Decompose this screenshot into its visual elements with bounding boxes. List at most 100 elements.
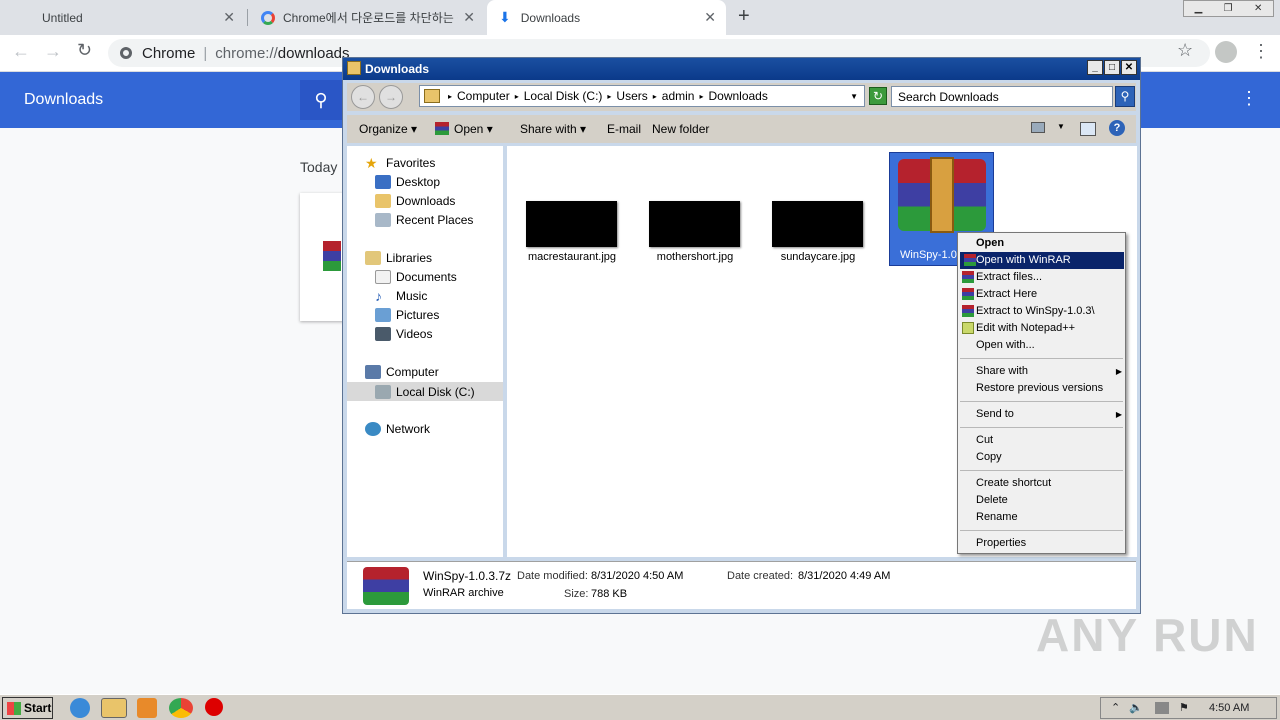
close-icon[interactable]: ✕	[463, 9, 475, 26]
tab-downloads[interactable]: ⬇ Downloads ✕	[487, 0, 726, 35]
menu-open-with[interactable]: Open with...	[976, 337, 1035, 354]
menu-extract-here[interactable]: Extract Here	[962, 286, 1037, 303]
menu-open-with-winrar[interactable]: Open with WinRAR	[960, 252, 1124, 269]
close-button[interactable]: ✕	[1121, 60, 1137, 75]
address-bar[interactable]: ▸ Computer ▸ Local Disk (C:) ▸ Users ▸ a…	[419, 85, 865, 107]
maximize-button[interactable]: □	[1104, 60, 1120, 75]
tab-chrome-help[interactable]: Chrome에서 다운로드를 차단하는 경 ✕	[249, 0, 485, 35]
close-icon[interactable]: ✕	[704, 9, 716, 26]
menu-rename[interactable]: Rename	[976, 509, 1018, 526]
chevron-down-icon[interactable]: ▼	[850, 92, 858, 101]
breadcrumb-computer[interactable]: Computer	[457, 89, 510, 103]
network-tray-icon[interactable]	[1155, 702, 1169, 714]
menu-share-with[interactable]: Share with ▶	[976, 363, 1122, 380]
nav-documents[interactable]: Documents	[375, 270, 457, 284]
back-icon[interactable]: ←	[12, 41, 30, 62]
restore-icon[interactable]: ❐	[1224, 3, 1233, 14]
share-with-button[interactable]: Share with ▾	[520, 122, 586, 136]
nav-libraries[interactable]: Libraries	[365, 251, 432, 265]
chevron-down-icon[interactable]: ▼	[1057, 122, 1065, 131]
explorer-icon[interactable]	[101, 698, 127, 718]
google-icon	[261, 10, 275, 25]
new-folder-button[interactable]: New folder	[652, 122, 709, 136]
forward-icon[interactable]: →	[44, 41, 62, 62]
bookmark-star-icon[interactable]: ☆	[1177, 40, 1193, 61]
close-icon[interactable]: ✕	[223, 9, 235, 26]
menu-restore-versions[interactable]: Restore previous versions	[976, 380, 1103, 397]
minimize-button[interactable]: _	[1087, 60, 1103, 75]
drive-icon	[375, 384, 391, 399]
file-thumbnail[interactable]	[772, 201, 863, 247]
winrar-icon	[962, 288, 974, 300]
omnibox-path: downloads	[277, 44, 350, 62]
file-name[interactable]: macrestaurant.jpg	[512, 251, 632, 263]
menu-create-shortcut[interactable]: Create shortcut	[976, 475, 1051, 492]
profile-avatar[interactable]	[1215, 41, 1237, 63]
breadcrumb-local-disk[interactable]: Local Disk (C:)	[524, 89, 603, 103]
organize-button[interactable]: Organize ▾	[359, 122, 417, 136]
nav-videos[interactable]: Videos	[375, 327, 432, 341]
breadcrumb-admin[interactable]: admin	[662, 89, 695, 103]
breadcrumb-downloads[interactable]: Downloads	[708, 89, 767, 103]
menu-cut[interactable]: Cut	[976, 432, 993, 449]
media-player-icon[interactable]	[137, 698, 157, 718]
nav-computer[interactable]: Computer	[365, 365, 439, 379]
more-icon[interactable]: ⋮	[1240, 88, 1258, 109]
clock[interactable]: 4:50 AM	[1209, 702, 1249, 714]
file-thumbnail[interactable]	[649, 201, 740, 247]
new-tab-button[interactable]: +	[738, 5, 750, 28]
email-button[interactable]: E-mail	[607, 122, 641, 136]
antivirus-icon[interactable]	[205, 698, 223, 716]
file-name[interactable]: sundaycare.jpg	[758, 251, 878, 263]
nav-recent-places[interactable]: Recent Places	[375, 213, 473, 227]
volume-icon[interactable]: 🔈	[1129, 701, 1143, 714]
preview-pane-icon[interactable]	[1080, 122, 1096, 136]
breadcrumb-users[interactable]: Users	[616, 89, 647, 103]
address-row: ← → ▸ Computer ▸ Local Disk (C:) ▸ Users…	[347, 83, 1136, 111]
menu-kebab-icon[interactable]: ⋮	[1252, 41, 1270, 62]
minimize-icon[interactable]: ▁	[1195, 3, 1203, 14]
menu-delete[interactable]: Delete	[976, 492, 1008, 509]
date-created-value: 8/31/2020 4:49 AM	[798, 570, 891, 582]
nav-favorites[interactable]: ★ Favorites	[365, 156, 435, 170]
nav-local-disk[interactable]: Local Disk (C:)	[347, 382, 503, 401]
view-icon[interactable]	[1031, 122, 1045, 133]
chrome-icon[interactable]	[169, 698, 193, 718]
menu-extract-files[interactable]: Extract files...	[962, 269, 1042, 286]
start-button[interactable]: Start	[2, 697, 53, 719]
close-icon[interactable]: ✕	[1254, 3, 1262, 14]
network-icon	[365, 422, 381, 436]
library-icon	[365, 251, 381, 265]
forward-icon[interactable]: →	[379, 85, 403, 109]
file-thumbnail[interactable]	[526, 201, 617, 247]
folder-icon	[347, 61, 361, 75]
winrar-icon	[435, 122, 449, 135]
file-name[interactable]: mothershort.jpg	[635, 251, 755, 263]
videos-icon	[375, 327, 391, 341]
menu-extract-to[interactable]: Extract to WinSpy-1.0.3\	[962, 303, 1095, 320]
chevron-up-icon[interactable]: ⌃	[1111, 701, 1120, 714]
tab-untitled[interactable]: Untitled ✕	[0, 0, 245, 35]
nav-desktop[interactable]: Desktop	[375, 175, 440, 189]
back-icon[interactable]: ←	[351, 85, 375, 109]
menu-edit-notepad[interactable]: Edit with Notepad++	[962, 320, 1075, 337]
nav-pictures[interactable]: Pictures	[375, 308, 439, 322]
nav-downloads[interactable]: Downloads	[375, 194, 455, 208]
open-button[interactable]: Open ▾	[454, 122, 493, 136]
reload-icon[interactable]: ↻	[77, 40, 92, 61]
menu-open[interactable]: Open	[976, 235, 1004, 252]
nav-network[interactable]: Network	[365, 422, 430, 436]
menu-properties[interactable]: Properties	[976, 535, 1026, 552]
menu-send-to[interactable]: Send to ▶	[976, 406, 1122, 423]
help-icon[interactable]: ?	[1109, 120, 1125, 136]
nav-music[interactable]: ♪ Music	[375, 289, 427, 303]
flag-icon[interactable]: ⚑	[1179, 701, 1189, 714]
title-bar[interactable]: Downloads _ □ ✕	[343, 58, 1140, 80]
search-input[interactable]: Search Downloads	[891, 86, 1113, 107]
menu-copy[interactable]: Copy	[976, 449, 1002, 466]
search-icon[interactable]: ⚲	[300, 80, 342, 120]
refresh-icon[interactable]: ↻	[869, 87, 887, 105]
ie-icon[interactable]	[70, 698, 90, 718]
search-icon[interactable]: ⚲	[1115, 86, 1135, 107]
tab-strip: Untitled ✕ Chrome에서 다운로드를 차단하는 경 ✕ ⬇ Dow…	[0, 0, 1280, 35]
